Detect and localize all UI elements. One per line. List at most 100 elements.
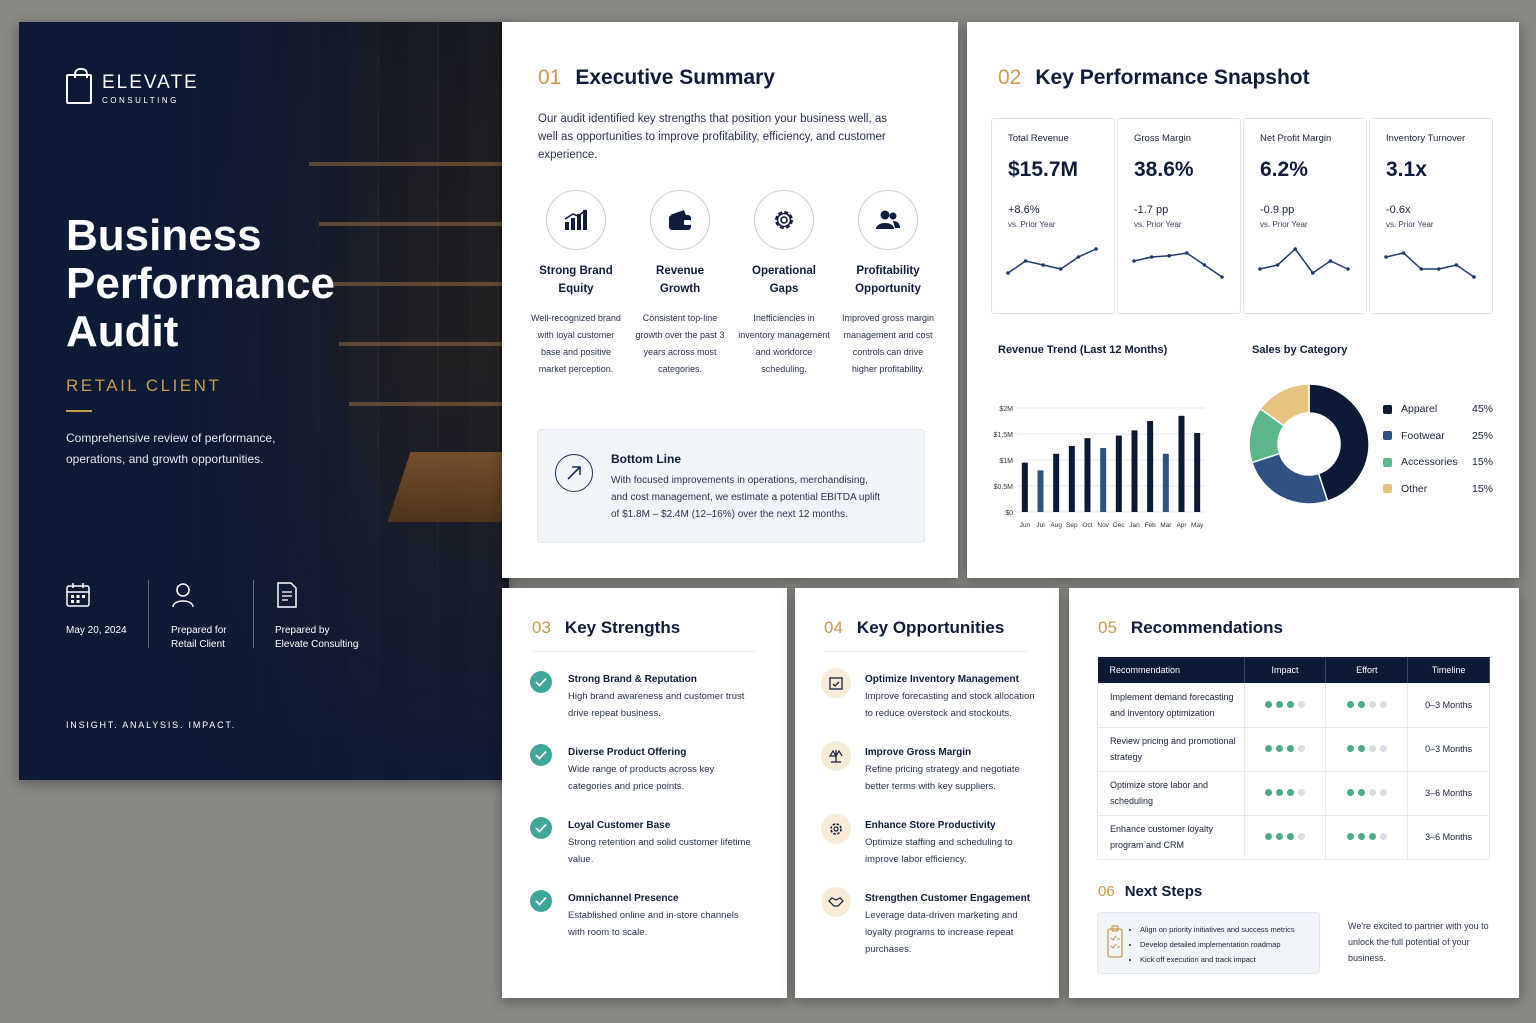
revenue-bar bbox=[1194, 432, 1201, 512]
rating-dot-filled bbox=[1265, 745, 1273, 752]
pillar-text: Consistent top-line growth over the past… bbox=[635, 313, 725, 374]
shelf bbox=[349, 402, 509, 406]
table-header-row: Recommendation Impact Effort Timeline bbox=[1097, 657, 1490, 683]
strength-item: Diverse Product Offering Wide range of pr… bbox=[530, 744, 758, 796]
impact-cell bbox=[1244, 771, 1327, 816]
recommendation-cell: Enhance customer loyalty program and CRM bbox=[1097, 815, 1245, 860]
table-row: Optimize store labor and scheduling 3–6 … bbox=[1097, 771, 1490, 816]
sparkline-point bbox=[1472, 275, 1476, 279]
next-steps-list: Align on priority initiatives and succes… bbox=[1140, 922, 1295, 967]
sparkline-point bbox=[1094, 247, 1098, 251]
sparkline-point bbox=[1258, 267, 1262, 271]
revenue-bar bbox=[1100, 448, 1107, 512]
legend-value: 15% bbox=[1471, 482, 1493, 495]
donut-slice bbox=[1250, 452, 1329, 505]
rating-dot-empty bbox=[1298, 789, 1306, 796]
strength-title: Loyal Customer Base bbox=[568, 820, 671, 831]
strength-item: Strong Brand & Reputation High brand awar… bbox=[530, 671, 758, 723]
opportunity-text: Leverage data-driven marketing and loyal… bbox=[865, 910, 1018, 955]
sparkline-point bbox=[1220, 275, 1224, 279]
calendar-icon bbox=[66, 583, 90, 607]
meta-prepared-for: Prepared for Retail Client bbox=[171, 582, 227, 652]
sparkline-path bbox=[1007, 248, 1097, 274]
y-tick-label: $0.5M bbox=[994, 484, 1014, 491]
revenue-bar bbox=[1021, 462, 1028, 512]
display-table bbox=[387, 452, 509, 522]
column-header: Timeline bbox=[1407, 657, 1490, 683]
pillar-title: Revenue Growth bbox=[656, 265, 704, 295]
meta-date: May 20, 2024 bbox=[66, 582, 127, 638]
sparkline-path bbox=[1259, 247, 1349, 275]
effort-cell bbox=[1325, 683, 1409, 728]
pillar-title: Strong Brand Equity bbox=[539, 265, 613, 295]
impact-cell bbox=[1244, 815, 1327, 860]
y-tick-label: $0 bbox=[1005, 510, 1013, 517]
sparkline-path bbox=[1133, 252, 1223, 278]
section-number: 01 bbox=[538, 66, 562, 89]
pillar-text: Inefficiencies in inventory management a… bbox=[738, 313, 830, 374]
rating-dot-filled bbox=[1276, 700, 1284, 708]
gear-icon bbox=[775, 211, 793, 229]
pillar-title: Operational Gaps bbox=[752, 265, 816, 295]
strength-title: Strong Brand & Reputation bbox=[568, 674, 697, 685]
table-row: Implement demand forecasting and invento… bbox=[1097, 683, 1490, 728]
effort-cell bbox=[1325, 815, 1409, 860]
bottom-line-text: With focused improvements in operations,… bbox=[611, 475, 881, 520]
section-title: 02 Key Performance Snapshot bbox=[998, 66, 1310, 90]
effort-cell bbox=[1325, 771, 1409, 816]
impact-cell bbox=[1244, 683, 1327, 728]
sparkline-point bbox=[1384, 255, 1388, 259]
kpi-sparkline bbox=[1132, 251, 1224, 279]
rating-dot-filled bbox=[1287, 700, 1295, 708]
strength-text: Strong retention and solid customer life… bbox=[568, 837, 751, 865]
sparkline-point bbox=[1419, 267, 1423, 271]
strength-title: Diverse Product Offering bbox=[568, 747, 687, 758]
divider bbox=[824, 651, 1029, 652]
y-tick-label: $1M bbox=[999, 458, 1013, 465]
rating-dot-empty bbox=[1298, 745, 1306, 752]
opportunities-list: Optimize Inventory Management Improve for… bbox=[821, 668, 1045, 966]
recommendations-table: Recommendation Impact Effort Timeline Im… bbox=[1097, 657, 1490, 860]
kpi-sparkline bbox=[1384, 251, 1476, 279]
revenue-bar bbox=[1178, 415, 1185, 512]
revenue-bar-chart: $0 $0.5M $1M $1.5M $2M Jun Jul Aug Sep Oct Nov Dec J… bbox=[994, 406, 1205, 529]
revenue-bar bbox=[1115, 435, 1122, 512]
opportunity-text: Optimize staffing and scheduling to impr… bbox=[865, 837, 1013, 865]
column-header: Recommendation bbox=[1097, 657, 1245, 683]
inventory-box-icon bbox=[821, 668, 851, 698]
sparkline-point bbox=[1006, 271, 1010, 275]
arrow-up-right-icon bbox=[555, 454, 593, 492]
rating-dot-filled bbox=[1357, 700, 1365, 708]
revenue-chart-title: Revenue Trend (Last 12 Months) bbox=[998, 344, 1168, 356]
section-heading: Key Opportunities bbox=[856, 618, 1005, 637]
timeline-cell: 3–6 Months bbox=[1407, 771, 1490, 816]
rating-dot-filled bbox=[1368, 833, 1376, 840]
list-item: Align on priority initiatives and succes… bbox=[1140, 922, 1295, 937]
executive-summary-page: 01 Executive Summary Our audit identifie… bbox=[502, 22, 958, 578]
rating-dot-empty bbox=[1379, 700, 1387, 708]
section-title: 05 Recommendations bbox=[1098, 618, 1283, 638]
x-tick-label: Jul bbox=[1036, 522, 1045, 529]
check-icon bbox=[530, 890, 552, 912]
rating-dot-filled bbox=[1346, 833, 1354, 840]
kpi-label: Gross Margin bbox=[1134, 133, 1192, 144]
section-heading: Recommendations bbox=[1130, 618, 1284, 637]
sparkline-point bbox=[1454, 263, 1459, 267]
rating-dot-filled bbox=[1346, 789, 1354, 796]
table-row: Enhance customer loyalty program and CRM… bbox=[1097, 815, 1490, 860]
rating-dot-filled bbox=[1276, 833, 1284, 840]
legend-swatch bbox=[1383, 484, 1392, 494]
effort-rating bbox=[1346, 789, 1387, 796]
report-title: Business Performance Audit bbox=[66, 211, 336, 356]
pillar-text: Improved gross margin management and cos… bbox=[841, 313, 935, 374]
rating-dot-filled bbox=[1265, 700, 1273, 708]
recommendations-page: 05 Recommendations Recommendation Impact… bbox=[1069, 588, 1519, 998]
legend-value: 45% bbox=[1471, 403, 1493, 416]
kpi-sub: vs. Prior Year bbox=[1386, 220, 1434, 229]
section-title: 03 Key Strengths bbox=[532, 618, 680, 638]
user-icon bbox=[172, 583, 194, 608]
key-strengths-page: 03 Key Strengths Strong Brand & Reputati… bbox=[502, 588, 787, 998]
opportunity-text: Refine pricing strategy and negotiate be… bbox=[865, 764, 1020, 792]
strength-text: Established online and in-store channels… bbox=[568, 910, 739, 938]
section-number: 04 bbox=[824, 618, 843, 637]
